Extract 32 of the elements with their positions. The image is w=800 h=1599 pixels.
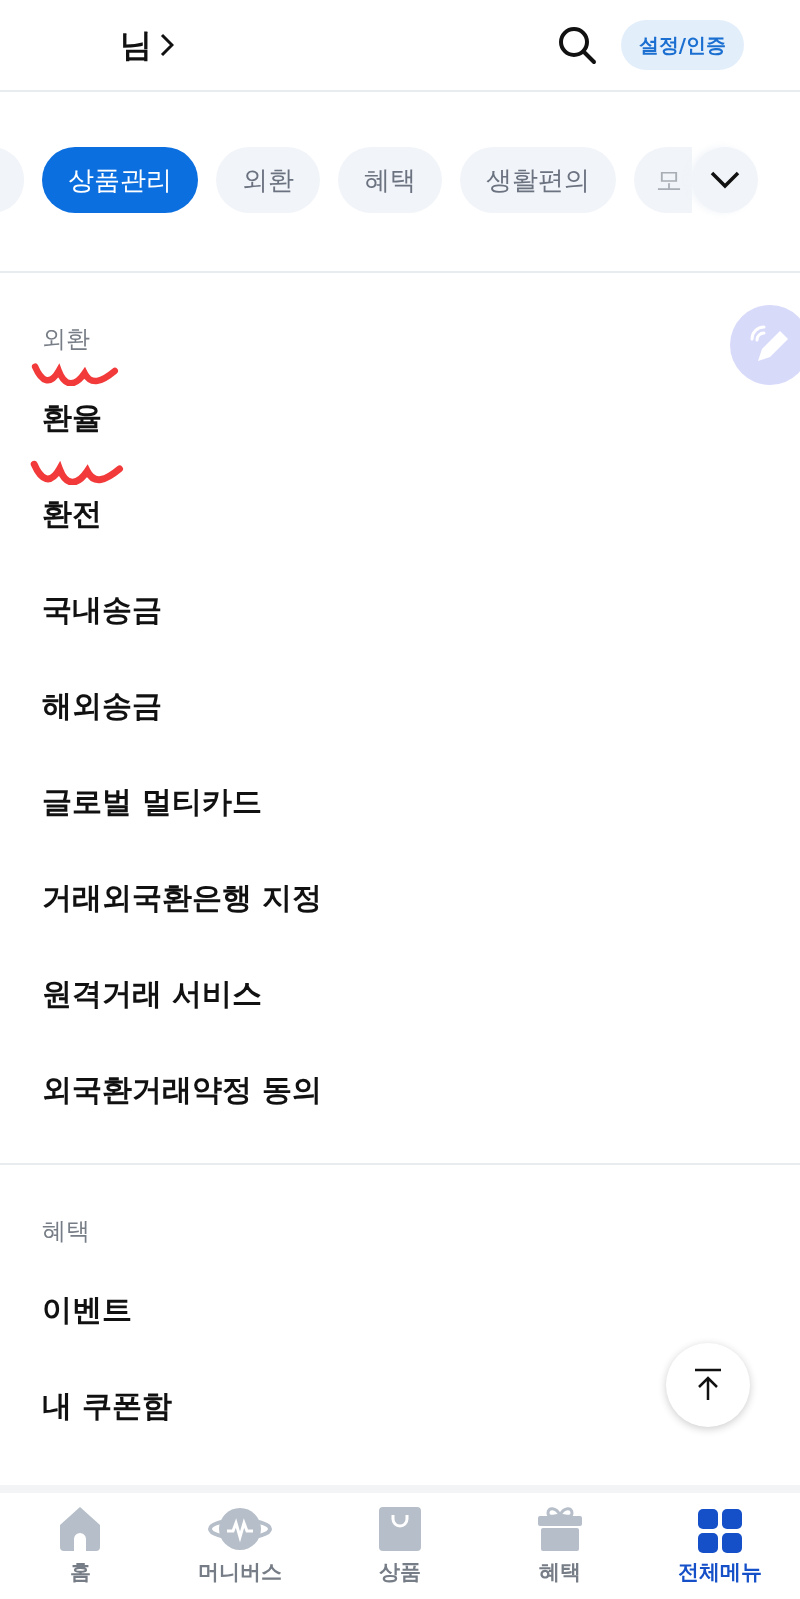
nav-tab[interactable]: 머니버스: [160, 1493, 320, 1599]
arrow-up-icon: [693, 1368, 723, 1402]
menu-item[interactable]: 내 쿠폰함: [42, 1382, 173, 1428]
user-name[interactable]: 님: [120, 21, 152, 69]
bag-icon: [376, 1505, 424, 1553]
category-chip[interactable]: 생활편의: [460, 147, 616, 213]
category-chip[interactable]: 상품관리: [42, 147, 198, 213]
menu-item[interactable]: 해외송금: [42, 682, 162, 728]
chevron-right-icon[interactable]: [160, 33, 174, 57]
scroll-top-button[interactable]: [666, 1343, 750, 1427]
section-title: 혜택: [42, 1216, 90, 1247]
search-icon[interactable]: [556, 25, 597, 65]
section-title: 외환: [42, 324, 90, 355]
planet-icon: [207, 1505, 273, 1553]
nav-tab[interactable]: 상품: [320, 1493, 480, 1599]
nav-tab[interactable]: 홈: [0, 1493, 160, 1599]
menu-item[interactable]: 환전: [42, 490, 102, 536]
grid-icon: [698, 1509, 742, 1553]
settings-button[interactable]: 설정/인증: [620, 20, 744, 70]
category-chip[interactable]: 외환: [216, 147, 320, 213]
menu-item[interactable]: 원격거래 서비스: [42, 970, 263, 1016]
menu-item[interactable]: 외국환거래약정 동의: [42, 1066, 323, 1112]
nav-tab[interactable]: 혜택: [480, 1493, 640, 1599]
category-chip[interactable]: 혜택: [338, 147, 442, 213]
menu-item[interactable]: 거래외국환은행 지정: [42, 874, 323, 920]
menu-item[interactable]: 국내송금: [42, 586, 162, 632]
menu-item[interactable]: 환율: [42, 394, 102, 440]
nav-tab[interactable]: 전체메뉴: [640, 1493, 800, 1599]
gift-icon: [536, 1505, 584, 1553]
chevron-down-icon: [710, 171, 740, 189]
menu-item[interactable]: 이벤트: [42, 1286, 132, 1332]
menu-item[interactable]: 글로벌 멀티카드: [42, 778, 263, 824]
